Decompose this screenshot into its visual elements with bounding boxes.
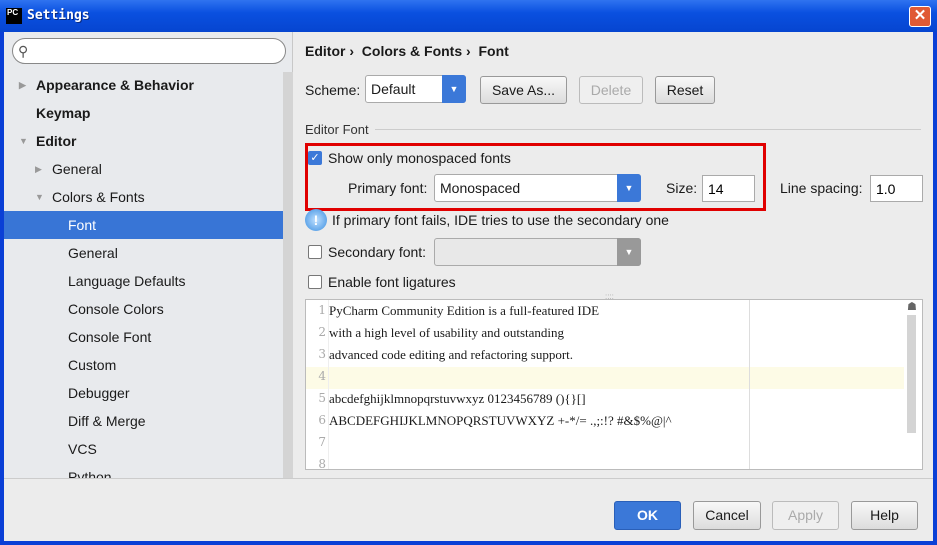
line-spacing-label: Line spacing: [780, 180, 863, 196]
chevron-down-icon[interactable]: ▼ [19, 127, 28, 155]
sidebar-item[interactable]: VCS [4, 435, 293, 463]
ligatures-label: Enable font ligatures [328, 274, 456, 290]
help-button[interactable]: Help [851, 501, 918, 530]
line-number: 2 [318, 325, 326, 339]
chevron-down-icon: ▼ [442, 75, 466, 103]
line-spacing-input[interactable] [870, 175, 923, 202]
preview-line: abcdefghijklmnopqrstuvwxyz 0123456789 ()… [329, 391, 586, 406]
sidebar-item-label: Custom [68, 357, 117, 373]
search-icon: ⚲ [18, 43, 29, 59]
close-button[interactable]: ✕ [909, 6, 931, 27]
breadcrumb-item: Colors & Fonts [361, 43, 463, 59]
sidebar-item-label: General [52, 161, 102, 177]
secondary-font-select[interactable]: ▼ [434, 238, 641, 266]
sidebar-item[interactable]: Console Colors [4, 295, 293, 323]
scheme-value: Default [371, 81, 416, 97]
apply-button[interactable]: Apply [772, 501, 839, 530]
preview-line: PyCharm Community Edition is a full-feat… [329, 303, 600, 318]
preview-line: with a high level of usability and outst… [329, 325, 565, 340]
save-as-button[interactable]: Save As... [480, 76, 567, 104]
sidebar-item[interactable]: Keymap [4, 99, 293, 127]
sidebar-item[interactable]: Debugger [4, 379, 293, 407]
scheme-label: Scheme: [305, 82, 361, 98]
preview-line: ABCDEFGHIJKLMNOPQRSTUVWXYZ +-*/= .,;:!? … [329, 413, 672, 428]
highlight-box [305, 143, 766, 211]
title-bar [0, 0, 937, 32]
info-icon: ! [305, 209, 327, 231]
scheme-select[interactable]: Default ▼ [365, 75, 466, 103]
reset-button[interactable]: Reset [655, 76, 715, 104]
font-preview-editor[interactable]: ☗ 1 PyCharm Community Edition is a full-f… [305, 299, 923, 470]
sidebar-item[interactable]: Custom [4, 351, 293, 379]
sidebar-item-label: Console Colors [68, 301, 164, 317]
breadcrumb-item: Editor [305, 43, 346, 59]
sidebar-item-label: Appearance & Behavior [36, 77, 194, 93]
sidebar-item-label: Diff & Merge [68, 413, 146, 429]
sidebar-scrollbar[interactable] [283, 72, 293, 478]
pycharm-app-icon: PC [6, 8, 22, 24]
sidebar-item[interactable]: General [4, 239, 293, 267]
window-title: Settings [27, 8, 90, 23]
sidebar-item-label: Editor [36, 133, 77, 149]
info-text: If primary font fails, IDE tries to use … [332, 212, 669, 228]
sidebar-item-label: Colors & Fonts [52, 189, 145, 205]
preview-scrollbar[interactable] [907, 315, 916, 433]
sidebar-item[interactable]: Diff & Merge [4, 407, 293, 435]
line-number: 7 [318, 435, 326, 449]
breadcrumb: Editor › Colors & Fonts › Font [305, 43, 509, 59]
caret-row-highlight [306, 367, 904, 389]
sidebar-item[interactable]: ▼ Colors & Fonts [4, 183, 293, 211]
line-number: 3 [318, 347, 326, 361]
line-number: 5 [318, 391, 326, 405]
sidebar-item-label: Language Defaults [68, 273, 186, 289]
chevron-down-icon: ▼ [617, 238, 641, 266]
reader-mode-icon[interactable]: ☗ [907, 300, 917, 313]
sidebar-item-label: Font [68, 217, 97, 233]
secondary-font-checkbox[interactable] [308, 245, 322, 259]
search-input[interactable] [12, 38, 286, 64]
section-divider [375, 129, 921, 130]
line-number: 4 [318, 369, 326, 383]
sidebar-item[interactable]: ▶ General [4, 155, 293, 183]
chevron-right-icon[interactable]: ▶ [19, 71, 26, 99]
section-title: Editor Font [305, 122, 369, 137]
ok-button[interactable]: OK [614, 501, 681, 530]
right-margin-line [749, 300, 750, 469]
chevron-right-icon[interactable]: ▶ [35, 155, 42, 183]
preview-line: advanced code editing and refactoring su… [329, 347, 574, 362]
sidebar-item-label: Debugger [68, 385, 130, 401]
cancel-button[interactable]: Cancel [693, 501, 761, 530]
sidebar-item[interactable]: Console Font [4, 323, 293, 351]
ligatures-checkbox[interactable] [308, 275, 322, 289]
sidebar-item[interactable]: ▼ Editor [4, 127, 293, 155]
sidebar-item-label: VCS [68, 441, 97, 457]
breadcrumb-item: Font [478, 43, 509, 59]
line-number: 1 [318, 303, 326, 317]
sidebar-item[interactable]: Font [4, 211, 293, 239]
sidebar-item[interactable]: Language Defaults [4, 267, 293, 295]
delete-button[interactable]: Delete [579, 76, 643, 104]
line-number: 8 [318, 457, 326, 470]
sidebar-item[interactable]: ▶ Appearance & Behavior [4, 71, 293, 99]
secondary-font-label: Secondary font: [328, 244, 427, 260]
sidebar-item-label: Keymap [36, 105, 91, 121]
sidebar-item-label: Console Font [68, 329, 152, 345]
chevron-down-icon[interactable]: ▼ [35, 183, 44, 211]
line-number: 6 [318, 413, 326, 427]
sidebar-item-label: General [68, 245, 118, 261]
